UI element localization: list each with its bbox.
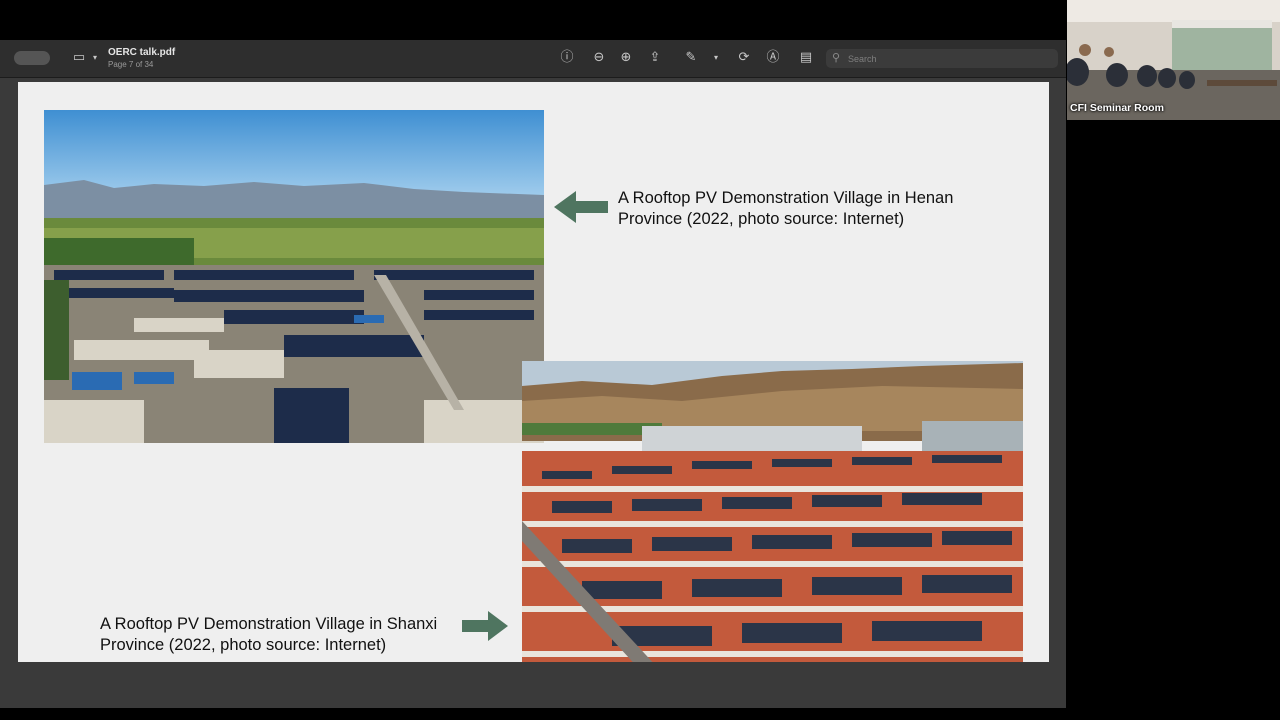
markup-pen-icon[interactable]: ✎ xyxy=(682,49,700,67)
document-title: OERC talk.pdf xyxy=(108,47,176,58)
share-icon[interactable]: ⇪ xyxy=(646,49,664,67)
pdf-viewer-window: ▭ ▾ OERC talk.pdf Page 7 of 34 ⓘ ⊖ ⊕ ⇪ ✎… xyxy=(0,40,1066,708)
zoom-out-icon[interactable]: ⊖ xyxy=(590,49,608,67)
viewer-toolbar: ▭ ▾ OERC talk.pdf Page 7 of 34 ⓘ ⊖ ⊕ ⇪ ✎… xyxy=(0,40,1066,78)
henan-caption-line2: Province (2022, photo source: Internet) xyxy=(618,210,905,228)
window-controls[interactable] xyxy=(14,51,50,65)
form-icon[interactable]: ▤ xyxy=(797,49,815,67)
shanxi-caption-line1: A Rooftop PV Demonstration Village in Sh… xyxy=(100,615,438,633)
arrow-left-icon xyxy=(554,191,608,223)
slide-page: A Rooftop PV Demonstration Village in He… xyxy=(18,82,1049,662)
chevron-down-icon[interactable]: ▾ xyxy=(86,49,104,67)
screen: ▭ ▾ OERC talk.pdf Page 7 of 34 ⓘ ⊖ ⊕ ⇪ ✎… xyxy=(0,0,1280,720)
search-icon: ⚲ xyxy=(832,51,841,64)
shanxi-caption: A Rooftop PV Demonstration Village in Sh… xyxy=(100,614,437,656)
henan-caption: A Rooftop PV Demonstration Village in He… xyxy=(618,188,953,230)
zoom-in-icon[interactable]: ⊕ xyxy=(617,49,635,67)
search-field[interactable]: ⚲ xyxy=(826,49,1058,68)
arrow-right-icon xyxy=(462,611,508,641)
info-icon[interactable]: ⓘ xyxy=(558,49,576,67)
henan-village-photo xyxy=(44,110,544,443)
chevron-down-icon[interactable]: ▾ xyxy=(707,49,725,67)
rotate-icon[interactable]: ⟳ xyxy=(735,49,753,67)
henan-caption-line1: A Rooftop PV Demonstration Village in He… xyxy=(618,189,954,207)
shanxi-village-photo xyxy=(522,361,1023,662)
webcam-room-label: CFI Seminar Room xyxy=(1070,102,1164,114)
page-indicator: Page 7 of 34 xyxy=(108,60,154,69)
webcam-feed: CFI Seminar Room xyxy=(1067,0,1280,120)
search-input[interactable] xyxy=(848,49,1048,68)
markup-icon[interactable]: Ⓐ xyxy=(764,49,782,67)
shanxi-caption-line2: Province (2022, photo source: Internet) xyxy=(100,636,387,654)
